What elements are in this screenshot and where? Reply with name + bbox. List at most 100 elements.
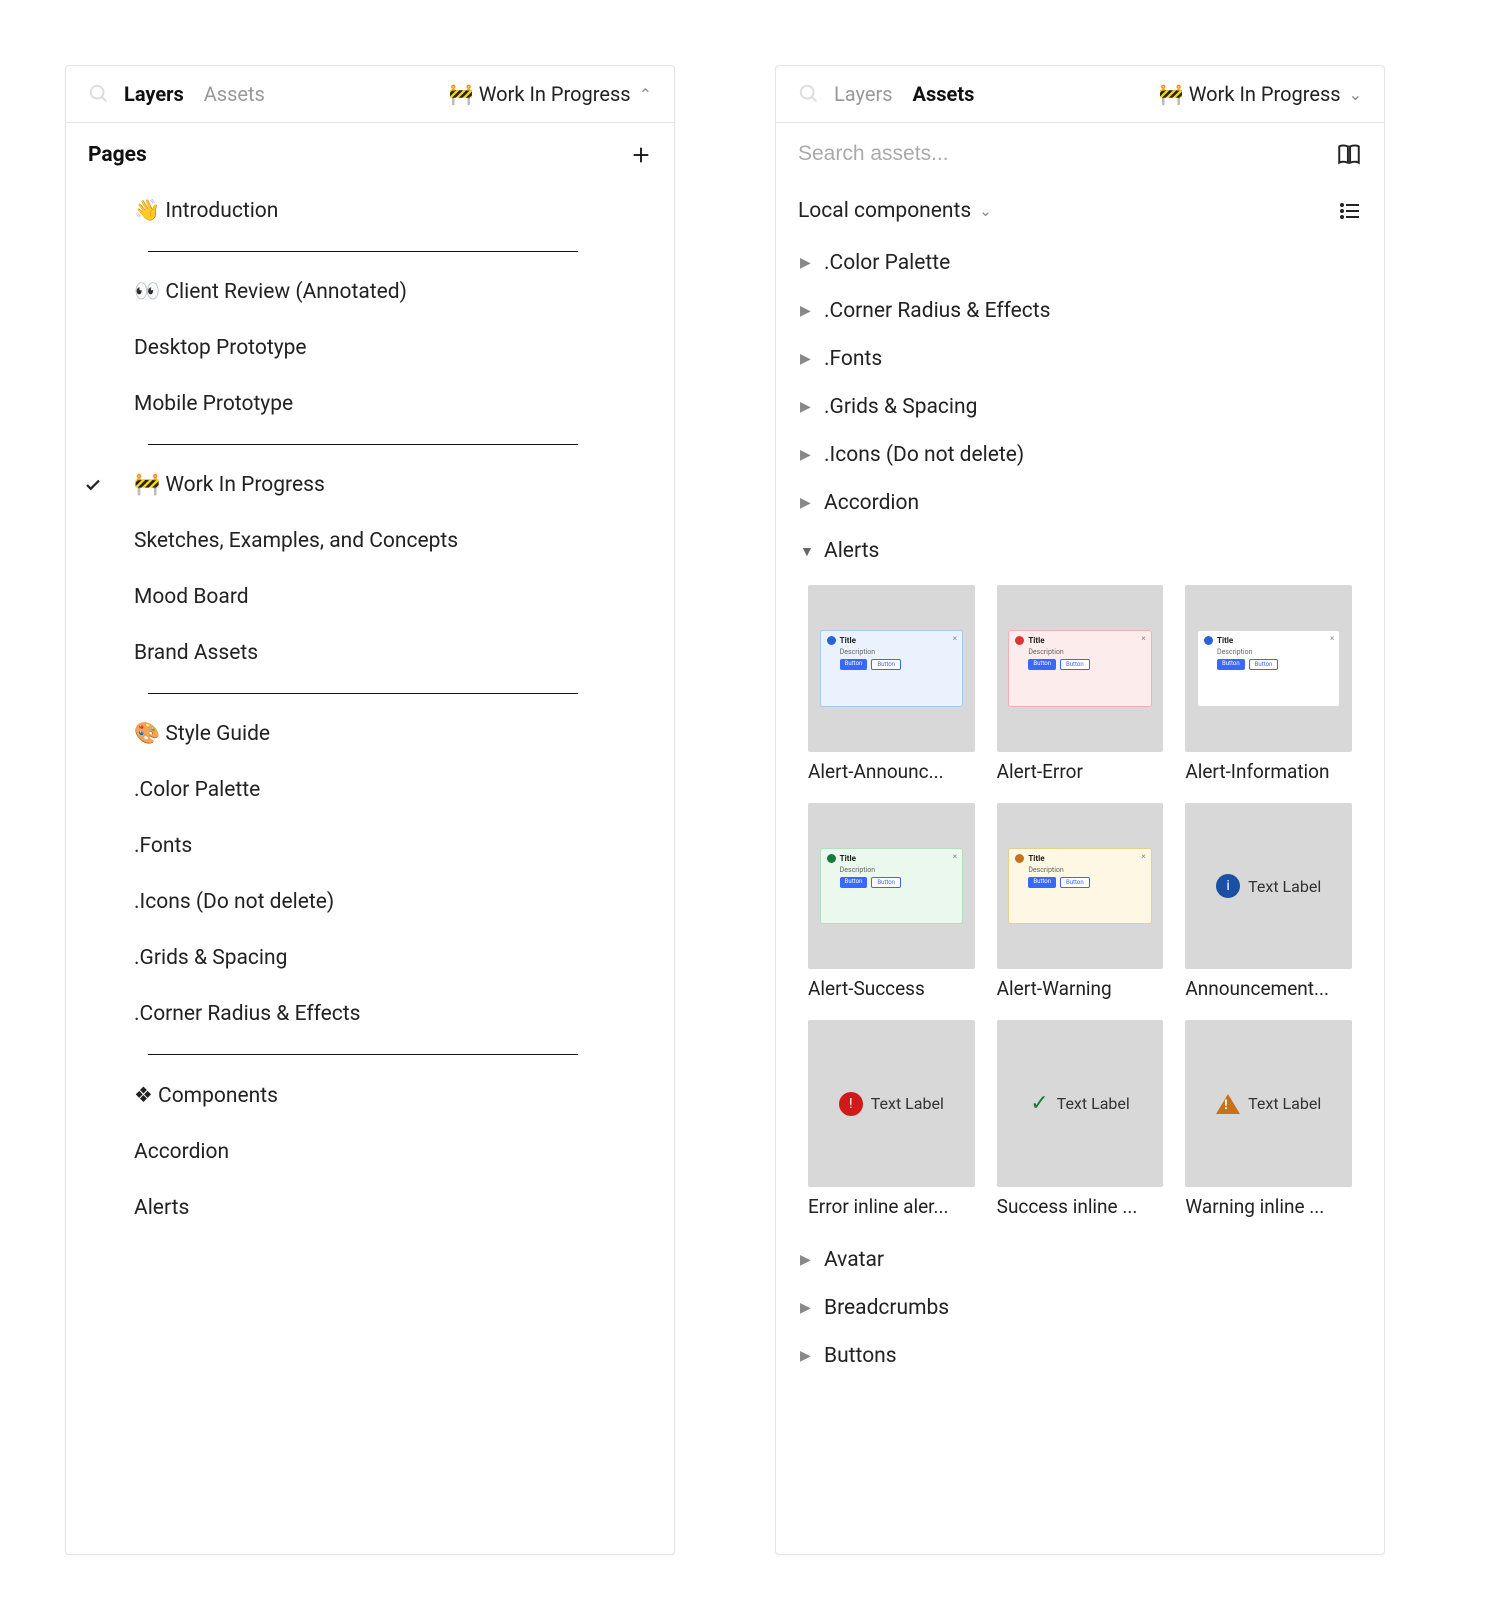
component-thumbnail[interactable]: !Text Label Warning inline ... xyxy=(1185,1020,1352,1218)
thumbnail-preview: ✓Text Label xyxy=(997,1020,1164,1187)
page-label: 👀 Client Review (Annotated) xyxy=(114,280,407,304)
page-label: Mobile Prototype xyxy=(114,392,293,416)
page-item[interactable]: Mood Board xyxy=(94,569,646,625)
thumbnail-preview: !Text Label xyxy=(1185,1020,1352,1187)
tab-layers[interactable]: Layers xyxy=(124,82,184,106)
page-item[interactable]: Mobile Prototype xyxy=(94,376,646,432)
component-folder[interactable]: ▶ Accordion xyxy=(786,479,1374,527)
page-label: 🚧 Work In Progress xyxy=(114,473,325,497)
layers-panel: Layers Assets 🚧 Work In Progress ⌃ Pages… xyxy=(65,65,675,1555)
page-item[interactable]: 👀 Client Review (Annotated) xyxy=(94,264,646,320)
page-item[interactable]: .Color Palette xyxy=(94,762,646,818)
component-thumbnail[interactable]: TitleDescriptionButtonButton×Alert-Succe… xyxy=(808,803,975,1001)
thumbnail-preview: TitleDescriptionButtonButton× xyxy=(1185,585,1352,752)
chevron-down-icon: ⌄ xyxy=(1349,85,1362,104)
component-folder[interactable]: ▼Alerts xyxy=(786,527,1374,575)
page-item[interactable]: .Corner Radius & Effects xyxy=(94,986,646,1042)
component-thumbnail[interactable]: TitleDescriptionButtonButton×Alert-Infor… xyxy=(1185,585,1352,783)
page-divider xyxy=(148,444,578,445)
thumbnail-preview: TitleDescriptionButtonButton× xyxy=(997,585,1164,752)
page-label: Alerts xyxy=(114,1196,189,1220)
page-dropdown-label: 🚧 Work In Progress xyxy=(1159,82,1341,106)
component-folder[interactable]: ▶Avatar xyxy=(786,1236,1374,1284)
component-thumbnail[interactable]: iText Label Announcement... xyxy=(1185,803,1352,1001)
page-label: Accordion xyxy=(114,1140,229,1164)
thumbnail-label: Alert-Error xyxy=(997,760,1164,783)
add-page-button[interactable] xyxy=(630,144,652,166)
caret-right-icon: ▶ xyxy=(800,399,814,415)
component-thumbnail[interactable]: !Text LabelError inline aler... xyxy=(808,1020,975,1218)
assets-search-row xyxy=(776,123,1384,185)
search-icon[interactable] xyxy=(88,83,110,105)
page-item[interactable]: Brand Assets xyxy=(94,625,646,681)
local-components-dropdown[interactable]: Local components ⌄ xyxy=(798,199,992,223)
tab-assets[interactable]: Assets xyxy=(204,82,265,106)
page-item[interactable]: .Grids & Spacing xyxy=(94,930,646,986)
page-divider xyxy=(148,1054,578,1055)
thumbnail-label: Announcement... xyxy=(1185,977,1352,1000)
component-folder[interactable]: ▶ Breadcrumbs xyxy=(786,1284,1374,1332)
component-thumbnail[interactable]: TitleDescriptionButtonButton× Alert-Error xyxy=(997,585,1164,783)
folder-label: Breadcrumbs xyxy=(824,1296,949,1320)
folder-label: Avatar xyxy=(824,1248,884,1272)
thumbnail-label: Alert-Announc... xyxy=(808,760,975,783)
caret-right-icon: ▶ xyxy=(800,351,814,367)
thumbnail-label: Success inline ... xyxy=(997,1195,1164,1218)
page-dropdown[interactable]: 🚧 Work In Progress ⌄ xyxy=(1159,82,1362,106)
page-label: .Fonts xyxy=(114,834,192,858)
search-icon[interactable] xyxy=(798,83,820,105)
page-item[interactable]: ❖ Components xyxy=(94,1067,646,1124)
component-folder[interactable]: ▶Buttons xyxy=(786,1332,1374,1380)
pages-title: Pages xyxy=(88,143,147,167)
caret-right-icon: ▶ xyxy=(800,495,814,511)
page-dropdown[interactable]: 🚧 Work In Progress ⌃ xyxy=(449,82,652,106)
page-divider xyxy=(148,251,578,252)
page-label: Desktop Prototype xyxy=(114,336,307,360)
component-folder[interactable]: ▶.Icons (Do not delete) xyxy=(786,431,1374,479)
search-assets-input[interactable] xyxy=(798,142,1322,166)
component-folder[interactable]: ▶.Corner Radius & Effects xyxy=(786,287,1374,335)
thumbnail-label: Warning inline ... xyxy=(1185,1195,1352,1218)
page-item[interactable]: Sketches, Examples, and Concepts xyxy=(94,513,646,569)
page-item[interactable]: Alerts xyxy=(94,1180,646,1236)
folder-label: .Grids & Spacing xyxy=(824,395,977,419)
page-item[interactable]: 🎨 Style Guide xyxy=(94,706,646,762)
tab-layers[interactable]: Layers xyxy=(834,82,893,106)
page-item[interactable]: .Fonts xyxy=(94,818,646,874)
thumbnail-label: Error inline aler... xyxy=(808,1195,975,1218)
thumbnail-label: Alert-Success xyxy=(808,977,975,1000)
component-folder[interactable]: ▶.Fonts xyxy=(786,335,1374,383)
page-item[interactable]: Desktop Prototype xyxy=(94,320,646,376)
library-icon[interactable] xyxy=(1336,141,1362,167)
page-item[interactable]: 👋 Introduction xyxy=(94,183,646,239)
component-thumbnail[interactable]: TitleDescriptionButtonButton×Alert-Annou… xyxy=(808,585,975,783)
list-view-toggle-icon[interactable] xyxy=(1338,199,1362,223)
folder-label: Accordion xyxy=(824,491,919,515)
page-label: Sketches, Examples, and Concepts xyxy=(114,529,458,553)
folder-label: Alerts xyxy=(824,539,879,563)
caret-right-icon: ▶ xyxy=(800,1300,814,1316)
folder-label: .Icons (Do not delete) xyxy=(824,443,1024,467)
component-thumbnails: TitleDescriptionButtonButton× Alert-Annou… xyxy=(786,575,1374,1236)
panel-tabs: Layers Assets xyxy=(124,82,265,106)
page-item[interactable]: Accordion xyxy=(94,1124,646,1180)
assets-controls: Local components ⌄ xyxy=(776,185,1384,233)
component-thumbnail[interactable]: ✓Text Label Success inline ... xyxy=(997,1020,1164,1218)
panel-tabs: Layers Assets xyxy=(834,82,974,106)
component-folder[interactable]: ▶ .Grids & Spacing xyxy=(786,383,1374,431)
page-dropdown-label: 🚧 Work In Progress xyxy=(449,82,631,106)
page-label: ❖ Components xyxy=(114,1083,278,1108)
component-thumbnail[interactable]: TitleDescriptionButtonButton×Alert-Warni… xyxy=(997,803,1164,1001)
folder-label: .Color Palette xyxy=(824,251,950,275)
thumbnail-preview: TitleDescriptionButtonButton× xyxy=(997,803,1164,970)
page-item[interactable]: 🚧 Work In Progress xyxy=(94,457,646,513)
folder-label: .Corner Radius & Effects xyxy=(824,299,1051,323)
thumbnail-preview: iText Label xyxy=(1185,803,1352,970)
page-label: .Color Palette xyxy=(114,778,260,802)
panel-header: Layers Assets 🚧 Work In Progress ⌄ xyxy=(776,66,1384,123)
page-item[interactable]: .Icons (Do not delete) xyxy=(94,874,646,930)
tab-assets[interactable]: Assets xyxy=(913,82,975,106)
page-divider xyxy=(148,693,578,694)
page-label: .Corner Radius & Effects xyxy=(114,1002,361,1026)
component-folder[interactable]: ▶.Color Palette xyxy=(786,239,1374,287)
